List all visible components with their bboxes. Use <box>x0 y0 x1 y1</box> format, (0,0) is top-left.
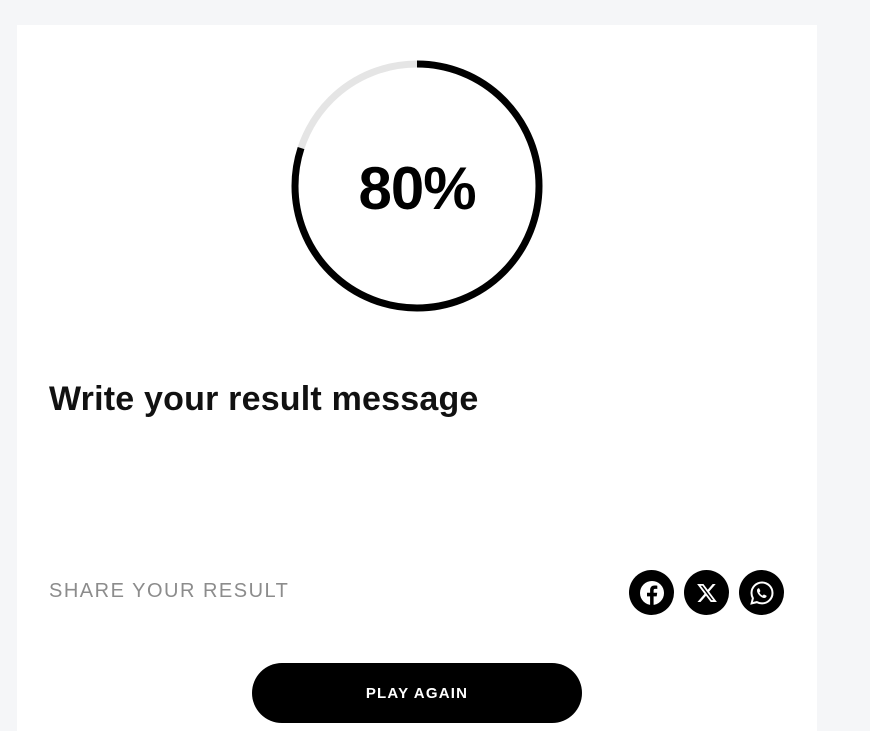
share-x-button[interactable] <box>684 570 729 615</box>
play-again-button[interactable]: PLAY AGAIN <box>252 663 582 723</box>
share-buttons <box>629 570 784 615</box>
result-message: Write your result message <box>49 380 479 418</box>
result-card: 80% Write your result message SHARE YOUR… <box>17 25 817 731</box>
share-label: SHARE YOUR RESULT <box>49 580 290 602</box>
score-percentage: 80% <box>358 154 476 222</box>
whatsapp-icon <box>749 580 774 605</box>
x-icon <box>696 583 717 602</box>
share-facebook-button[interactable] <box>629 570 674 615</box>
facebook-icon <box>639 580 664 606</box>
share-whatsapp-button[interactable] <box>739 570 784 615</box>
score-ring: 80% <box>291 60 543 312</box>
